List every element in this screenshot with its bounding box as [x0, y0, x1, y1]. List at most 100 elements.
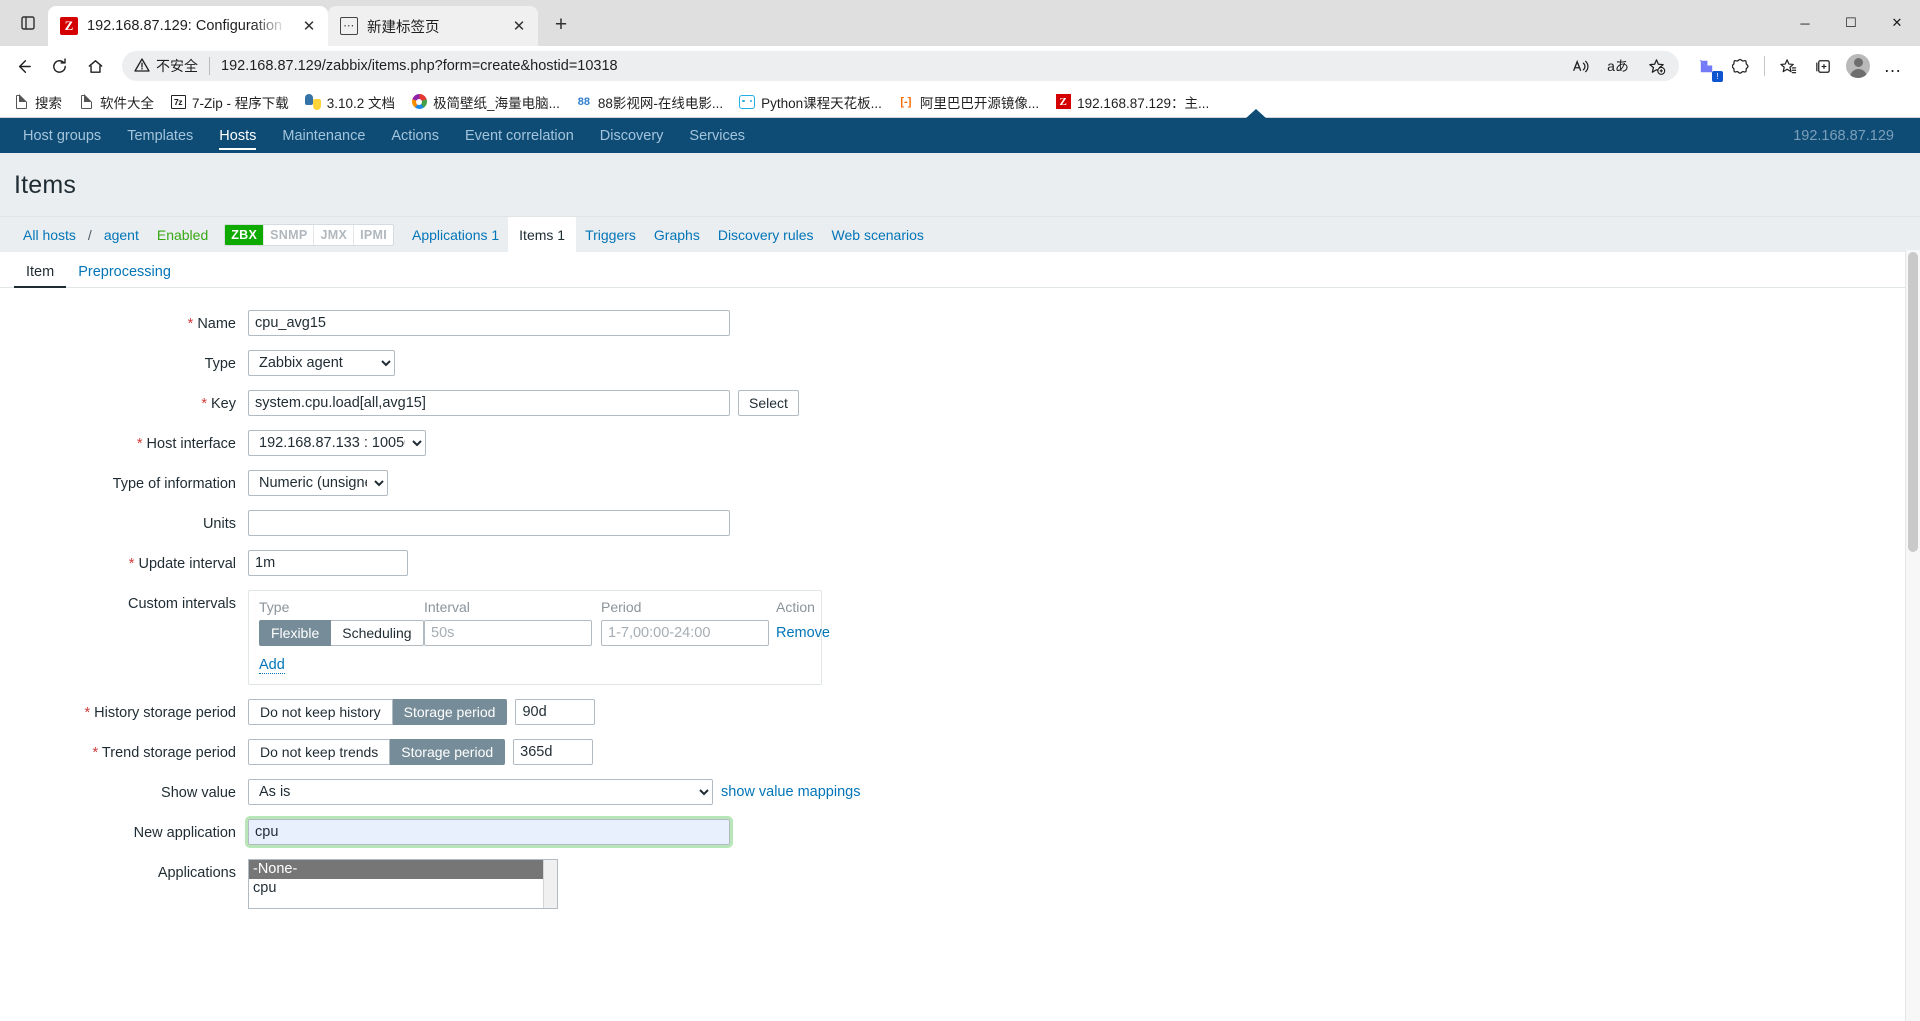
extension-icon[interactable]: !	[1689, 49, 1723, 83]
bookmark-item[interactable]: 7z 7-Zip - 程序下载	[163, 89, 296, 115]
period-value-cell	[601, 620, 776, 646]
bookmark-item[interactable]: 搜索	[6, 89, 69, 115]
tab-item[interactable]: Item	[14, 257, 67, 288]
security-status[interactable]: 不安全	[134, 56, 198, 76]
browser-tab-active[interactable]: Z 192.168.87.129: Configuration of ✕	[48, 6, 328, 46]
omnibox-actions: aあ	[1563, 49, 1673, 83]
interval-type-scheduling[interactable]: Scheduling	[331, 620, 424, 646]
show-value-mappings-link[interactable]: show value mappings	[721, 784, 860, 800]
nav-item-host-groups[interactable]: Host groups	[10, 120, 114, 152]
select-key-button[interactable]: Select	[738, 390, 799, 416]
bookmark-item[interactable]: Z 192.168.87.129：主...	[1048, 89, 1216, 115]
form-row-trend-storage-period: * Trend storage period Do not keep trend…	[0, 739, 1920, 765]
back-icon[interactable]	[6, 49, 40, 83]
breadcrumb-host[interactable]: agent	[95, 219, 148, 251]
update-interval-input[interactable]	[248, 550, 408, 576]
settings-and-more-icon[interactable]: …	[1876, 49, 1910, 83]
bookmark-item[interactable]: 3.10.2 文档	[298, 89, 402, 115]
name-input[interactable]	[248, 310, 730, 336]
scrollbar-thumb[interactable]	[1908, 252, 1918, 552]
new-application-input[interactable]	[245, 816, 733, 848]
address-bar[interactable]: 不安全 192.168.87.129/zabbix/items.php?form…	[122, 51, 1679, 81]
browser-essentials-icon[interactable]	[1724, 49, 1758, 83]
tab-preprocessing[interactable]: Preprocessing	[66, 257, 183, 287]
interface-snmp: SNMP	[264, 224, 315, 245]
favorites-icon[interactable]	[1771, 49, 1805, 83]
bookmark-item[interactable]: [-] 阿里巴巴开源镜像...	[891, 89, 1046, 115]
home-icon[interactable]	[78, 49, 112, 83]
bookmark-item[interactable]: 极简壁纸_海量电脑...	[404, 89, 567, 115]
new-tab-button[interactable]: +	[544, 8, 578, 42]
close-icon[interactable]: ✕	[298, 15, 320, 37]
profile-icon[interactable]	[1841, 49, 1875, 83]
translate-icon[interactable]: aあ	[1601, 49, 1635, 83]
nav-item-maintenance[interactable]: Maintenance	[269, 120, 378, 152]
type-of-information-select[interactable]: Numeric (unsigned)	[248, 470, 388, 496]
tab-list-icon[interactable]	[8, 3, 48, 43]
applications-option-cpu[interactable]: cpu	[249, 879, 557, 898]
maximize-icon[interactable]: ☐	[1828, 0, 1874, 46]
history-do-not-keep[interactable]: Do not keep history	[248, 699, 393, 725]
units-input[interactable]	[248, 510, 730, 536]
bookmark-label: 极简壁纸_海量电脑...	[433, 95, 560, 111]
minimize-icon[interactable]: ─	[1782, 0, 1828, 46]
show-value-select[interactable]: As is	[248, 779, 713, 805]
nav-item-templates[interactable]: Templates	[114, 120, 206, 152]
breadcrumb-graphs[interactable]: Graphs	[645, 219, 709, 251]
collections-icon[interactable]	[1806, 49, 1840, 83]
nav-item-actions[interactable]: Actions	[378, 120, 452, 152]
trend-storage-toggle: Do not keep trends Storage period	[248, 739, 506, 765]
history-storage-period-input[interactable]	[515, 699, 596, 725]
trend-storage-period[interactable]: Storage period	[390, 739, 506, 765]
server-ip-label: 192.168.87.129	[1793, 127, 1894, 144]
applications-listbox[interactable]: -None- cpu	[248, 859, 558, 909]
bookmark-item[interactable]: Python课程天花板...	[732, 89, 889, 115]
label-name: * Name	[0, 310, 248, 332]
breadcrumb-discovery-rules[interactable]: Discovery rules	[709, 219, 823, 251]
key-input[interactable]	[248, 390, 730, 416]
new-application-field-wrapper	[245, 816, 733, 848]
trend-do-not-keep[interactable]: Do not keep trends	[248, 739, 391, 765]
add-interval-link[interactable]: Add	[259, 657, 285, 674]
interval-input[interactable]	[424, 620, 592, 646]
interval-type-flexible[interactable]: Flexible	[259, 620, 332, 646]
breadcrumb-applications[interactable]: Applications 1	[403, 219, 508, 251]
remove-interval-link[interactable]: Remove	[776, 625, 830, 641]
host-status-enabled[interactable]: Enabled	[148, 219, 217, 251]
history-storage-period[interactable]: Storage period	[392, 699, 508, 725]
label-text: Key	[211, 396, 236, 412]
breadcrumb-web-scenarios[interactable]: Web scenarios	[823, 219, 933, 251]
period-input[interactable]	[601, 620, 769, 646]
host-interface-select[interactable]: 192.168.87.133 : 10050	[248, 430, 426, 456]
read-aloud-icon[interactable]	[1563, 49, 1597, 83]
interface-ipmi: IPMI	[360, 227, 387, 242]
breadcrumb-triggers[interactable]: Triggers	[576, 219, 645, 251]
security-label: 不安全	[156, 58, 198, 74]
zabbix-app: Host groups Templates Hosts Maintenance …	[0, 109, 1920, 1021]
breadcrumb-all-hosts[interactable]: All hosts	[14, 219, 85, 251]
extension-badge: !	[1712, 71, 1723, 82]
add-interval-row: Add	[259, 646, 811, 674]
nav-item-hosts[interactable]: Hosts	[206, 120, 269, 152]
favorite-add-icon[interactable]	[1639, 49, 1673, 83]
browser-tab-newtab[interactable]: ⋯ 新建标签页 ✕	[328, 6, 538, 46]
nav-item-services[interactable]: Services	[676, 120, 758, 152]
applications-option-none[interactable]: -None-	[249, 860, 557, 879]
form-row-type: Type Zabbix agent	[0, 350, 1920, 376]
label-new-application: New application	[0, 819, 248, 841]
page-scrollbar[interactable]: ▲ ▼	[1905, 250, 1920, 1021]
label-text: Type of information	[112, 476, 236, 492]
reload-icon[interactable]	[42, 49, 76, 83]
nav-item-discovery[interactable]: Discovery	[587, 120, 677, 152]
close-icon[interactable]: ✕	[508, 15, 530, 37]
interval-type-toggle: Flexible Scheduling	[259, 620, 424, 646]
listbox-scrollbar[interactable]	[543, 860, 557, 908]
bookmark-item[interactable]: 软件大全	[71, 89, 161, 115]
nav-item-event-correlation[interactable]: Event correlation	[452, 120, 587, 152]
close-icon[interactable]: ✕	[1874, 0, 1920, 46]
breadcrumb-items[interactable]: Items 1	[508, 216, 577, 253]
bookmark-item[interactable]: 88 88影视网-在线电影...	[569, 89, 730, 115]
trend-storage-period-input[interactable]	[513, 739, 594, 765]
type-select[interactable]: Zabbix agent	[248, 350, 395, 376]
url-text[interactable]: 192.168.87.129/zabbix/items.php?form=cre…	[221, 58, 1563, 74]
